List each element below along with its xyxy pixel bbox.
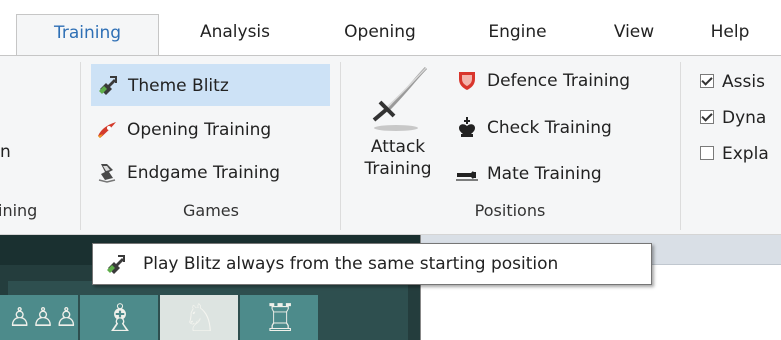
checkbox-checked[interactable] — [700, 109, 714, 124]
attack-training-button[interactable]: Attack Training — [350, 64, 446, 194]
tab-help[interactable]: Help — [690, 14, 770, 56]
opening-training-icon — [95, 117, 119, 141]
option-assist-checkbox[interactable]: Assis — [700, 68, 765, 96]
attack-training-line1: Attack — [370, 137, 426, 157]
tooltip: Play Blitz always from the same starting… — [92, 243, 652, 285]
theme-blitz-icon — [96, 73, 120, 97]
tab-training[interactable]: Training — [16, 14, 159, 56]
king-icon — [455, 115, 479, 139]
group-label-games: Games — [183, 201, 239, 220]
theme-blitz-button[interactable]: Theme Blitz — [91, 64, 330, 106]
mate-training-label: Mate Training — [487, 164, 602, 184]
endgame-training-label: Endgame Training — [127, 163, 281, 183]
option-explain-label: Expla — [722, 144, 769, 164]
tab-analysis[interactable]: Analysis — [160, 14, 310, 56]
check-training-button[interactable]: Check Training — [455, 107, 680, 149]
rook-piece[interactable]: ♖ — [250, 295, 310, 340]
opening-training-label: Opening Training — [127, 120, 272, 140]
defence-training-label: Defence Training — [487, 71, 631, 91]
mate-training-button[interactable]: Mate Training — [455, 153, 680, 195]
app-window: Training Analysis Opening Engine View He… — [0, 0, 781, 340]
ribbon-panel: n ining Theme Blitz Opening Training End… — [0, 55, 781, 235]
theme-blitz-label: Theme Blitz — [128, 76, 229, 96]
tab-opening[interactable]: Opening — [315, 14, 445, 56]
option-assist-label: Assis — [722, 72, 765, 92]
theme-blitz-icon — [103, 251, 129, 275]
option-explain-checkbox[interactable]: Expla — [700, 140, 769, 168]
cutoff-ribbon-item[interactable]: n — [0, 142, 11, 162]
checkbox-checked[interactable] — [700, 73, 714, 88]
tooltip-text: Play Blitz always from the same starting… — [143, 254, 559, 274]
checkbox-unchecked[interactable] — [700, 145, 714, 160]
ribbon-tab-bar: Training Analysis Opening Engine View He… — [0, 0, 781, 56]
check-training-label: Check Training — [487, 118, 612, 138]
group-separator — [340, 62, 341, 230]
pawn-pieces[interactable]: ♙♙♙ — [8, 295, 78, 340]
sword-icon — [364, 64, 434, 134]
tab-view[interactable]: View — [588, 14, 680, 56]
group-separator — [680, 62, 681, 230]
shield-icon — [455, 68, 479, 92]
option-dynamic-label: Dyna — [722, 108, 767, 128]
endgame-training-button[interactable]: Endgame Training — [95, 152, 334, 194]
fallen-king-icon — [455, 161, 479, 185]
option-dynamic-checkbox[interactable]: Dyna — [700, 104, 766, 132]
board-square[interactable] — [320, 295, 400, 340]
opening-training-button[interactable]: Opening Training — [95, 109, 334, 151]
knight-piece[interactable]: ♘ — [170, 295, 230, 340]
bishop-piece[interactable]: ♗ — [90, 295, 150, 340]
group-separator — [80, 62, 81, 230]
group-label-training: ining — [0, 201, 38, 220]
attack-training-label: Attack Training — [350, 136, 446, 180]
defence-training-button[interactable]: Defence Training — [455, 60, 680, 102]
group-label-positions: Positions — [474, 201, 546, 220]
attack-training-line2: Training — [364, 159, 432, 179]
tab-engine[interactable]: Engine — [450, 14, 585, 56]
endgame-training-icon — [95, 160, 119, 184]
